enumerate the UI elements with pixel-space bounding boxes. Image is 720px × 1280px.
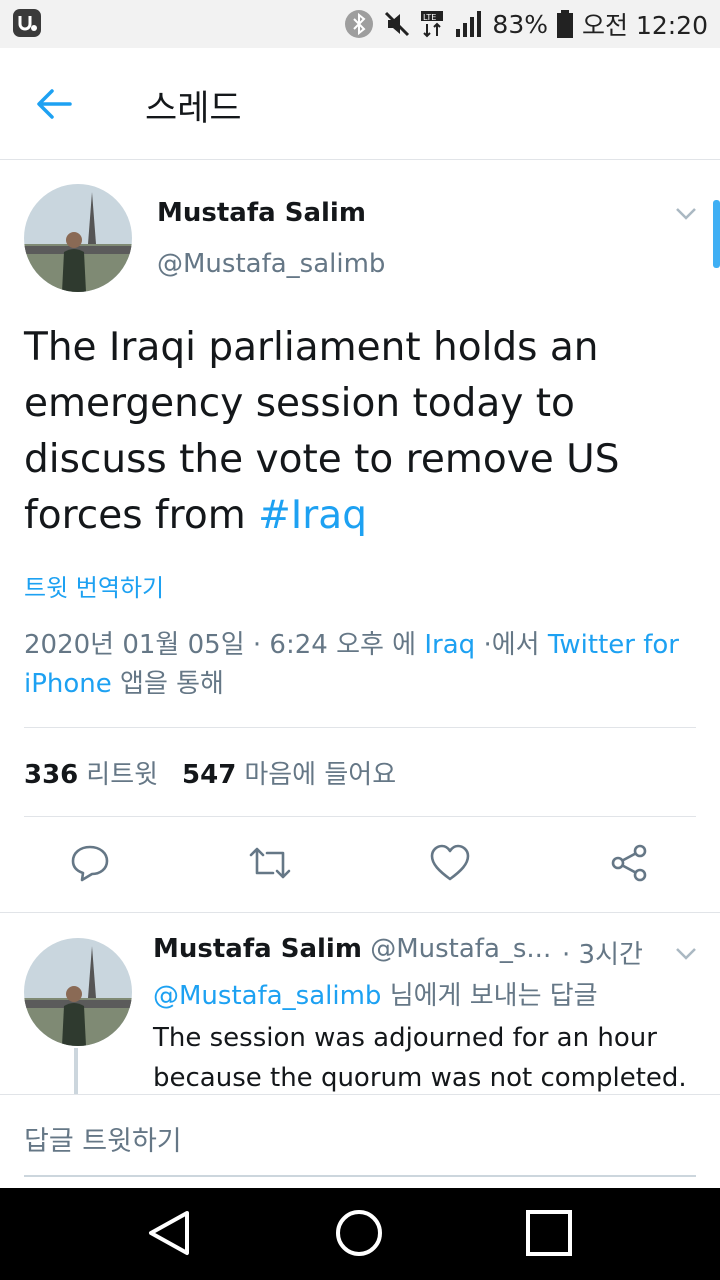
battery-icon <box>556 9 574 39</box>
page-title: 스레드 <box>145 89 242 129</box>
share-icon <box>609 843 649 887</box>
lte-icon: LTE <box>420 9 446 39</box>
svg-text:LTE: LTE <box>423 13 436 22</box>
carrier-logo-icon <box>12 8 42 38</box>
tweet-date: 2020년 01월 05일 · 6:24 오후 에 <box>24 630 417 660</box>
scroll-indicator[interactable] <box>713 200 720 268</box>
compose-reply-bar: 답글 트윗하기 <box>0 1094 720 1188</box>
divider <box>24 727 696 728</box>
tweet-actions <box>0 840 720 890</box>
nav-recents-button[interactable] <box>521 1208 577 1262</box>
chevron-down-icon[interactable] <box>674 206 698 222</box>
retweet-button[interactable] <box>245 840 295 890</box>
location-link[interactable]: Iraq <box>424 630 475 660</box>
share-button[interactable] <box>604 840 654 890</box>
author-name[interactable]: Mustafa Salim <box>157 198 366 228</box>
circle-home-icon <box>334 1208 384 1262</box>
reply-author-name[interactable]: Mustafa Salim <box>153 934 362 964</box>
status-bar: LTE 83% 오전 12:20 <box>0 0 720 48</box>
reply-author-avatar[interactable] <box>24 938 132 1046</box>
thread-line <box>74 1048 78 1096</box>
navigation-bar <box>0 1188 720 1280</box>
retweet-stat[interactable]: 336 리트윗 <box>24 754 158 791</box>
reply-author-handle[interactable]: @Mustafa_s... <box>370 934 551 964</box>
triangle-back-icon <box>145 1208 195 1262</box>
retweet-count: 336 <box>24 760 79 790</box>
tweet-stats: 336 리트윗 547 마음에 들어요 <box>24 754 396 791</box>
retweet-label: 리트윗 <box>86 760 159 790</box>
input-underline <box>24 1175 696 1177</box>
reply-button[interactable] <box>65 840 115 890</box>
nav-home-button[interactable] <box>331 1208 387 1262</box>
square-recents-icon <box>524 1208 574 1262</box>
chevron-down-icon[interactable] <box>674 946 698 962</box>
via-text: ·에서 <box>483 630 540 660</box>
signal-icon <box>454 9 484 39</box>
like-stat[interactable]: 547 마음에 들어요 <box>182 754 396 791</box>
nav-back-button[interactable] <box>142 1208 198 1262</box>
like-label: 마음에 들어요 <box>244 760 397 790</box>
tweet-meta: 2020년 01월 05일 · 6:24 오후 에 Iraq ·에서 Twitt… <box>24 626 694 704</box>
compose-reply-input[interactable]: 답글 트윗하기 <box>24 1119 182 1158</box>
reply-time: · 3시간 <box>562 940 643 970</box>
source-suffix: 앱을 통해 <box>120 669 224 699</box>
reply-icon <box>70 843 110 887</box>
retweet-icon <box>247 843 293 887</box>
like-icon <box>429 843 471 887</box>
clock: 오전 12:20 <box>582 11 708 40</box>
author-handle[interactable]: @Mustafa_salimb <box>157 249 385 279</box>
battery-percent: 83% <box>492 9 548 39</box>
reply-to-line: @Mustafa_salimb 님에게 보내는 답글 <box>153 975 598 1012</box>
tweet-text: The Iraqi parliament holds an emergency … <box>24 320 684 544</box>
reply-text: The session was adjourned for an hour be… <box>153 1023 687 1093</box>
reply-header: Mustafa Salim @Mustafa_s... <box>153 934 551 964</box>
app-bar: 스레드 <box>0 48 720 160</box>
author-avatar[interactable] <box>24 184 132 292</box>
hashtag-link[interactable]: #Iraq <box>258 493 367 538</box>
arrow-left-icon <box>34 89 74 126</box>
translate-tweet-link[interactable]: 트윗 번역하기 <box>24 568 164 603</box>
mute-icon <box>382 9 412 39</box>
back-button[interactable] <box>34 86 78 122</box>
divider <box>0 912 720 913</box>
like-button[interactable] <box>425 840 475 890</box>
bluetooth-icon <box>344 9 374 39</box>
like-count: 547 <box>182 760 237 790</box>
divider <box>24 816 696 817</box>
reply-to-handle-link[interactable]: @Mustafa_salimb <box>153 981 381 1011</box>
reply-to-suffix: 님에게 보내는 답글 <box>389 981 598 1011</box>
